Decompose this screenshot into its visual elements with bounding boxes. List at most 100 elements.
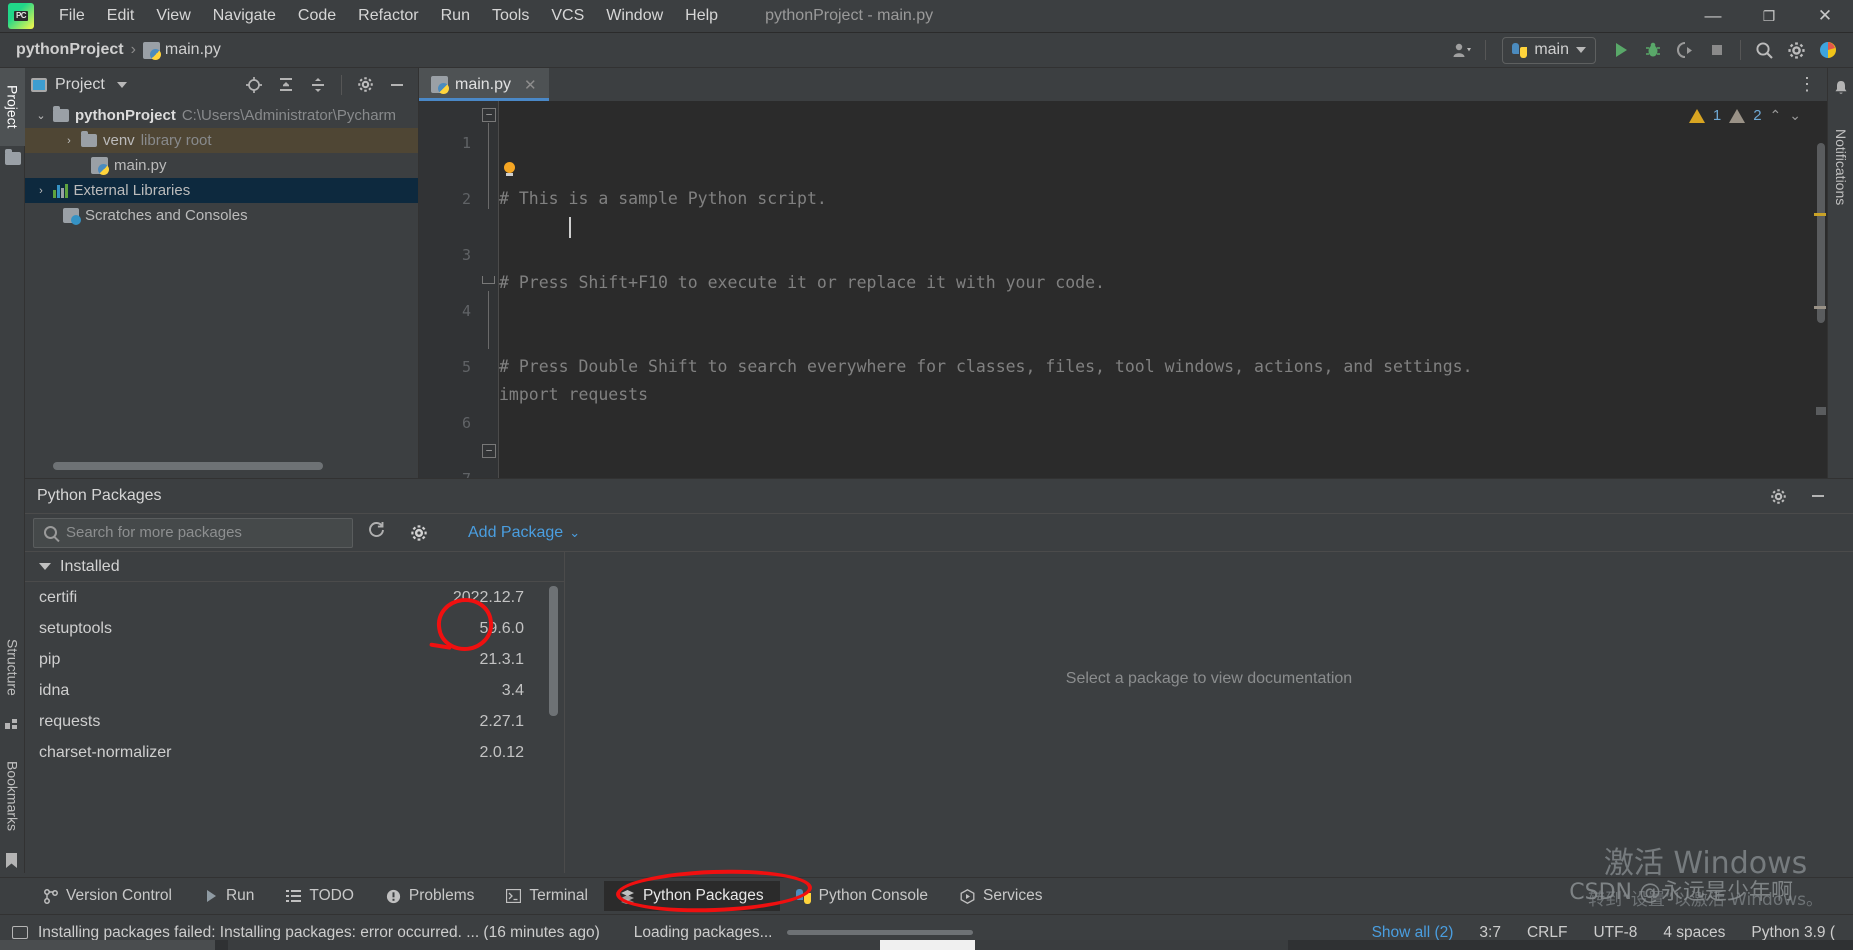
menu-help[interactable]: Help	[674, 4, 729, 28]
chevron-right-icon[interactable]: ›	[63, 135, 75, 147]
expand-all-icon[interactable]	[271, 71, 301, 99]
table-row[interactable]: pip 21.3.1	[25, 644, 564, 675]
refresh-icon[interactable]	[367, 520, 386, 545]
tool-window-python-console[interactable]: Python Console	[780, 881, 944, 911]
breadcrumb-project[interactable]: pythonProject	[16, 41, 124, 59]
fold-end-icon[interactable]	[482, 276, 495, 284]
fold-marker-icon[interactable]: −	[482, 444, 496, 458]
menu-tools[interactable]: Tools	[481, 4, 540, 28]
weak-warning-marker[interactable]	[1814, 306, 1826, 309]
sidebar-item-bookmarks[interactable]: Bookmarks	[0, 746, 25, 846]
table-row[interactable]: idna 3.4	[25, 675, 564, 706]
menu-view[interactable]: View	[145, 4, 201, 28]
tool-window-services[interactable]: Services	[944, 881, 1058, 911]
editor-tab-bar: main.py ✕ ⋮	[419, 68, 1827, 101]
hide-panel-icon[interactable]	[382, 71, 412, 99]
monitor-icon[interactable]	[12, 926, 28, 939]
run-configuration-selector[interactable]: main	[1502, 36, 1596, 64]
add-package-button[interactable]: Add Package ⌄	[468, 524, 580, 542]
tree-node-external-libraries[interactable]: › External Libraries	[25, 178, 418, 203]
tree-node-scratches[interactable]: Scratches and Consoles	[25, 203, 418, 228]
status-message[interactable]: Installing packages failed: Installing p…	[38, 924, 600, 942]
weak-warning-count: 2	[1753, 107, 1762, 124]
line-number: 7	[419, 465, 471, 478]
tool-window-label: Terminal	[529, 887, 588, 904]
sidebar-item-structure[interactable]: Structure	[0, 623, 25, 711]
python-interpreter[interactable]: Python 3.9 (	[1751, 924, 1835, 942]
warning-count: 1	[1712, 107, 1722, 124]
progress-bar	[786, 930, 973, 935]
chevron-right-icon[interactable]: ›	[35, 185, 47, 197]
close-icon[interactable]: ✕	[524, 76, 537, 94]
ide-assistant-icon[interactable]	[1813, 36, 1843, 64]
next-problem-icon[interactable]: ⌄	[1789, 107, 1801, 124]
tool-window-version-control[interactable]: Version Control	[28, 881, 188, 911]
table-row[interactable]: certifi 2022.12.7	[25, 582, 564, 613]
sidebar-item-project[interactable]: Project	[0, 68, 25, 146]
warning-marker[interactable]	[1814, 213, 1826, 216]
package-version: 2.0.12	[479, 743, 524, 761]
minimize-icon[interactable]: —	[1685, 0, 1741, 33]
previous-problem-icon[interactable]: ⌃	[1770, 107, 1782, 124]
tab-main-py[interactable]: main.py ✕	[419, 68, 549, 101]
stop-icon[interactable]	[1702, 36, 1732, 64]
locate-icon[interactable]	[239, 71, 269, 99]
debug-icon[interactable]	[1638, 36, 1668, 64]
tree-node-pythonproject[interactable]: ⌄ pythonProject C:\Users\Administrator\P…	[25, 103, 418, 128]
line-separator[interactable]: CRLF	[1527, 924, 1567, 942]
fold-region-line	[488, 291, 489, 349]
menu-run[interactable]: Run	[430, 4, 481, 28]
settings-icon[interactable]	[1781, 36, 1811, 64]
collapse-all-icon[interactable]	[303, 71, 333, 99]
menu-navigate[interactable]: Navigate	[202, 4, 287, 28]
tool-window-problems[interactable]: Problems	[370, 881, 490, 911]
settings-icon[interactable]	[350, 71, 380, 99]
editor-vertical-scrollbar[interactable]	[1817, 143, 1825, 323]
project-horizontal-scrollbar[interactable]	[53, 462, 323, 470]
user-avatar-icon[interactable]	[1447, 36, 1477, 64]
chevron-down-icon[interactable]	[116, 81, 127, 88]
tree-node-venv[interactable]: › venv library root	[25, 128, 418, 153]
menu-window[interactable]: Window	[595, 4, 674, 28]
search-icon[interactable]	[1749, 36, 1779, 64]
file-encoding[interactable]: UTF-8	[1593, 924, 1637, 942]
caret-position[interactable]: 3:7	[1479, 924, 1501, 942]
weak-warning-icon	[1729, 108, 1746, 123]
run-with-coverage-icon[interactable]	[1670, 36, 1700, 64]
run-icon[interactable]	[1606, 36, 1636, 64]
maximize-icon[interactable]: ❐	[1741, 0, 1797, 33]
add-package-label: Add Package	[468, 523, 564, 541]
table-row[interactable]: setuptools 59.6.0	[25, 613, 564, 644]
breadcrumb-file[interactable]: main.py	[142, 41, 221, 60]
menu-file[interactable]: File	[48, 4, 96, 28]
python-packages-tool-window: Python Packages Search for more packages	[25, 478, 1853, 873]
tool-window-python-packages[interactable]: Python Packages	[603, 881, 780, 911]
chevron-down-icon[interactable]: ⌄	[35, 109, 47, 122]
close-icon[interactable]: ✕	[1797, 0, 1853, 33]
code-editor[interactable]: 1 2 ⌃ ⌄ 1 − # This is a sample Python sc…	[419, 101, 1827, 478]
hide-panel-icon[interactable]	[1803, 482, 1833, 510]
show-all-link[interactable]: Show all (2)	[1372, 924, 1454, 942]
tree-node-main-py[interactable]: main.py	[25, 153, 418, 178]
fold-marker-icon[interactable]: −	[482, 108, 496, 122]
package-version: 3.4	[501, 681, 524, 699]
more-options-icon[interactable]: ⋮	[1798, 74, 1817, 95]
menu-refactor[interactable]: Refactor	[347, 4, 429, 28]
tool-window-terminal[interactable]: Terminal	[490, 881, 604, 911]
packages-settings-gear-icon[interactable]	[404, 519, 434, 547]
packages-vertical-scrollbar[interactable]	[549, 586, 558, 716]
packages-group-installed[interactable]: Installed	[25, 552, 564, 582]
gear-icon[interactable]	[1763, 482, 1793, 510]
tool-window-run[interactable]: Run	[188, 881, 270, 911]
table-row[interactable]: requests 2.27.1	[25, 706, 564, 737]
tool-window-todo[interactable]: TODO	[270, 881, 370, 911]
menu-vcs[interactable]: VCS	[540, 4, 595, 28]
menu-edit[interactable]: Edit	[96, 4, 146, 28]
tool-window-label: Services	[983, 887, 1043, 904]
sidebar-item-notifications[interactable]: Notifications	[1828, 102, 1853, 232]
search-input[interactable]: Search for more packages	[33, 517, 353, 548]
intention-bulb-icon[interactable]	[503, 162, 516, 176]
menu-code[interactable]: Code	[287, 4, 347, 28]
table-row[interactable]: charset-normalizer 2.0.12	[25, 737, 564, 768]
indent-setting[interactable]: 4 spaces	[1663, 924, 1725, 942]
